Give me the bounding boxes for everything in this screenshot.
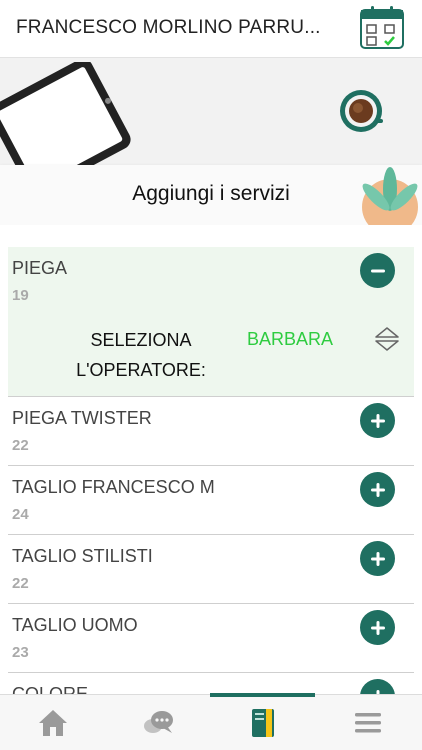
service-name: COLORE	[12, 684, 89, 694]
tab-chat[interactable]	[105, 695, 210, 750]
add-service-button[interactable]	[360, 610, 395, 645]
active-tab-indicator	[210, 693, 315, 697]
home-icon	[38, 710, 67, 736]
service-price: 23	[12, 644, 29, 661]
salon-title: FRANCESCO MORLINO PARRU...	[16, 17, 321, 38]
tab-home[interactable]	[0, 695, 105, 750]
minus-icon	[370, 269, 385, 272]
service-row[interactable]: TAGLIO UOMO 23	[8, 604, 414, 673]
service-row[interactable]: TAGLIO STILISTI 22	[8, 535, 414, 604]
add-service-button[interactable]	[360, 403, 395, 438]
service-price: 24	[12, 506, 29, 523]
tab-bookings[interactable]	[210, 693, 315, 750]
service-row-piega[interactable]: PIEGA 19 SELEZIONA L'OPERATORE: BARBARA	[8, 247, 414, 397]
coffee-cup-icon[interactable]	[338, 88, 384, 139]
up-down-arrows-icon[interactable]	[374, 326, 400, 357]
service-price: 22	[12, 437, 29, 454]
add-service-button[interactable]	[360, 541, 395, 576]
notebook-icon	[251, 709, 274, 737]
menu-icon	[354, 713, 381, 733]
plus-icon	[370, 482, 385, 497]
service-price: 19	[12, 287, 29, 304]
service-row[interactable]: COLORE	[8, 673, 414, 694]
add-service-button[interactable]	[360, 679, 395, 694]
operator-select[interactable]: BARBARA	[247, 329, 333, 350]
hero-banner: Aggiungi i servizi	[0, 58, 422, 225]
bottom-tab-bar	[0, 693, 422, 750]
remove-service-button[interactable]	[360, 253, 395, 288]
service-price: 22	[12, 575, 29, 592]
tab-menu[interactable]	[315, 695, 420, 750]
calendar-check-icon[interactable]	[358, 4, 406, 52]
operator-label: SELEZIONA L'OPERATORE:	[76, 330, 206, 380]
chat-icon	[143, 711, 173, 733]
plant-illustration-icon	[356, 163, 422, 225]
service-name: PIEGA	[12, 258, 68, 278]
top-bar: FRANCESCO MORLINO PARRU...	[0, 0, 422, 58]
services-list: PIEGA 19 SELEZIONA L'OPERATORE: BARBARA …	[8, 247, 414, 694]
service-name: TAGLIO UOMO	[12, 615, 138, 635]
service-row[interactable]: PIEGA TWISTER 22	[8, 397, 414, 466]
service-name: TAGLIO FRANCESCO M	[12, 477, 215, 497]
service-row[interactable]: TAGLIO FRANCESCO M 24	[8, 466, 414, 535]
add-service-button[interactable]	[360, 472, 395, 507]
service-name: PIEGA TWISTER	[12, 408, 152, 428]
service-name: TAGLIO STILISTI	[12, 546, 153, 566]
plus-icon	[370, 551, 385, 566]
plus-icon	[370, 620, 385, 635]
plus-icon	[370, 413, 385, 428]
